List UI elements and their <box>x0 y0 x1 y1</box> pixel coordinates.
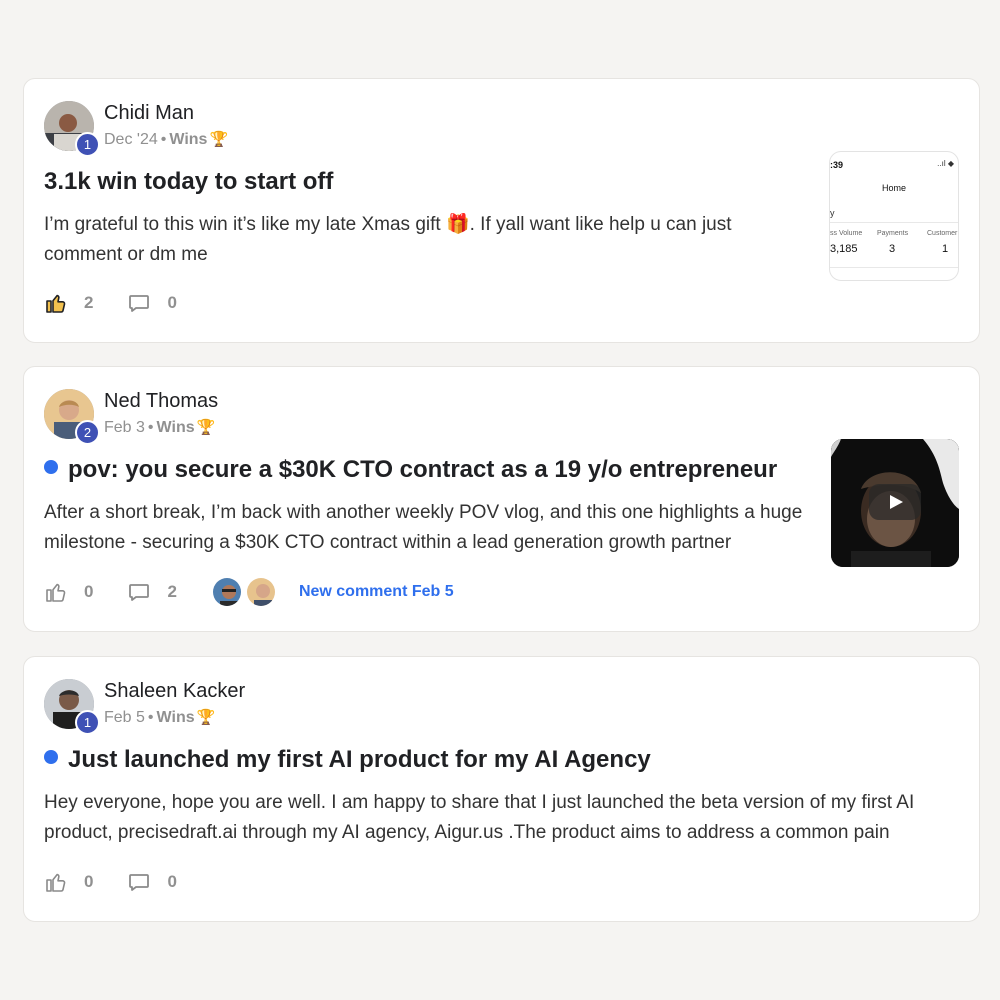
level-badge: 1 <box>75 132 100 157</box>
post-actions: 0 2 New comment Feb 5 <box>44 576 454 608</box>
thumbnail-divider <box>830 267 958 268</box>
post-title-text: pov: you secure a $30K CTO contract as a… <box>68 456 778 483</box>
post-card[interactable]: 2 Ned Thomas Feb 3 • Wins 🏆 pov: you secure… <box>23 366 980 632</box>
post-card[interactable]: 1 Shaleen Kacker Feb 5 • Wins 🏆 Just launch… <box>23 656 980 922</box>
trophy-icon: 🏆 <box>196 709 216 726</box>
post-meta: Feb 3 • Wins 🏆 <box>104 418 215 437</box>
comment-icon[interactable] <box>127 291 151 315</box>
post-actions: 0 0 <box>44 869 211 895</box>
commenter-avatar <box>210 576 243 608</box>
post-date: Feb 5 <box>104 709 145 726</box>
thumbnail-status-icons: ..ıl ◆ <box>937 159 954 168</box>
thumbnail-value: 3 <box>889 243 896 255</box>
author-avatar[interactable]: 1 <box>44 679 100 735</box>
post-title[interactable]: Just launched my first AI product for my… <box>44 746 651 774</box>
commenter-avatar <box>244 576 277 608</box>
post-card[interactable]: 1 Chidi Man Dec '24 • Wins 🏆 3.1k win today… <box>23 78 980 343</box>
meta-separator: • <box>147 419 154 436</box>
thumbnail-screen-title: Home <box>881 183 906 193</box>
comment-count: 0 <box>167 872 177 891</box>
post-body: Hey everyone, hope you are well. I am ha… <box>44 792 915 843</box>
post-date: Feb 3 <box>104 419 145 436</box>
new-comment-link[interactable]: New comment Feb 5 <box>299 583 454 601</box>
category-label[interactable]: Wins <box>169 131 207 148</box>
like-count: 2 <box>84 293 94 312</box>
post-meta: Feb 5 • Wins 🏆 <box>104 708 215 727</box>
author-name[interactable]: Ned Thomas <box>104 390 218 413</box>
unread-indicator <box>44 750 58 764</box>
comment-icon[interactable] <box>127 580 151 604</box>
level-badge: 2 <box>75 420 100 445</box>
author-name[interactable]: Shaleen Kacker <box>104 680 245 703</box>
category-label[interactable]: Wins <box>157 709 195 726</box>
thumbnail-column-label: ss Volume <box>830 230 863 237</box>
post-title[interactable]: 3.1k win today to start off <box>44 168 333 196</box>
like-count: 0 <box>84 582 94 601</box>
thumbnail-column-label: Payments <box>877 230 909 237</box>
trophy-icon: 🏆 <box>196 419 216 436</box>
commenter-avatars[interactable] <box>210 576 279 608</box>
thumbnail-letter: y <box>830 208 835 218</box>
post-thumbnail[interactable]: :39 ..ıl ◆ Home y ss Volume Payments Cus… <box>829 151 959 281</box>
author-avatar[interactable]: 1 <box>44 101 100 157</box>
unread-indicator <box>44 460 58 474</box>
thumbnail-value: 1 <box>942 243 949 255</box>
post-date: Dec '24 <box>104 131 158 148</box>
post-body-text: After a short break, I’m back with anoth… <box>44 502 803 553</box>
post-title-text: Just launched my first AI product for my… <box>68 746 651 773</box>
video-play-icon[interactable] <box>869 484 921 520</box>
like-icon[interactable] <box>44 291 68 315</box>
thumbnail-value: 3,185 <box>830 243 858 255</box>
post-actions: 2 0 <box>44 290 211 316</box>
level-badge: 1 <box>75 710 100 735</box>
category-label[interactable]: Wins <box>157 419 195 436</box>
comment-count: 2 <box>167 582 177 601</box>
like-icon[interactable] <box>44 870 68 894</box>
comment-count: 0 <box>167 293 177 312</box>
video-thumbnail[interactable] <box>831 439 959 567</box>
author-avatar[interactable]: 2 <box>44 389 100 445</box>
meta-separator: • <box>147 709 154 726</box>
trophy-icon: 🏆 <box>209 131 229 148</box>
post-body: After a short break, I’m back with anoth… <box>44 498 824 558</box>
post-title[interactable]: pov: you secure a $30K CTO contract as a… <box>44 456 777 484</box>
post-body: I’m grateful to this win it’s like my la… <box>44 214 732 265</box>
comment-icon[interactable] <box>127 870 151 894</box>
post-meta: Dec '24 • Wins 🏆 <box>104 130 228 149</box>
thumbnail-column-label: Customer <box>927 230 958 237</box>
thumbnail-divider <box>830 222 958 223</box>
meta-separator: • <box>160 131 167 148</box>
like-count: 0 <box>84 872 94 891</box>
thumbnail-time: :39 <box>830 160 844 170</box>
like-icon[interactable] <box>44 580 68 604</box>
author-name[interactable]: Chidi Man <box>104 102 194 125</box>
